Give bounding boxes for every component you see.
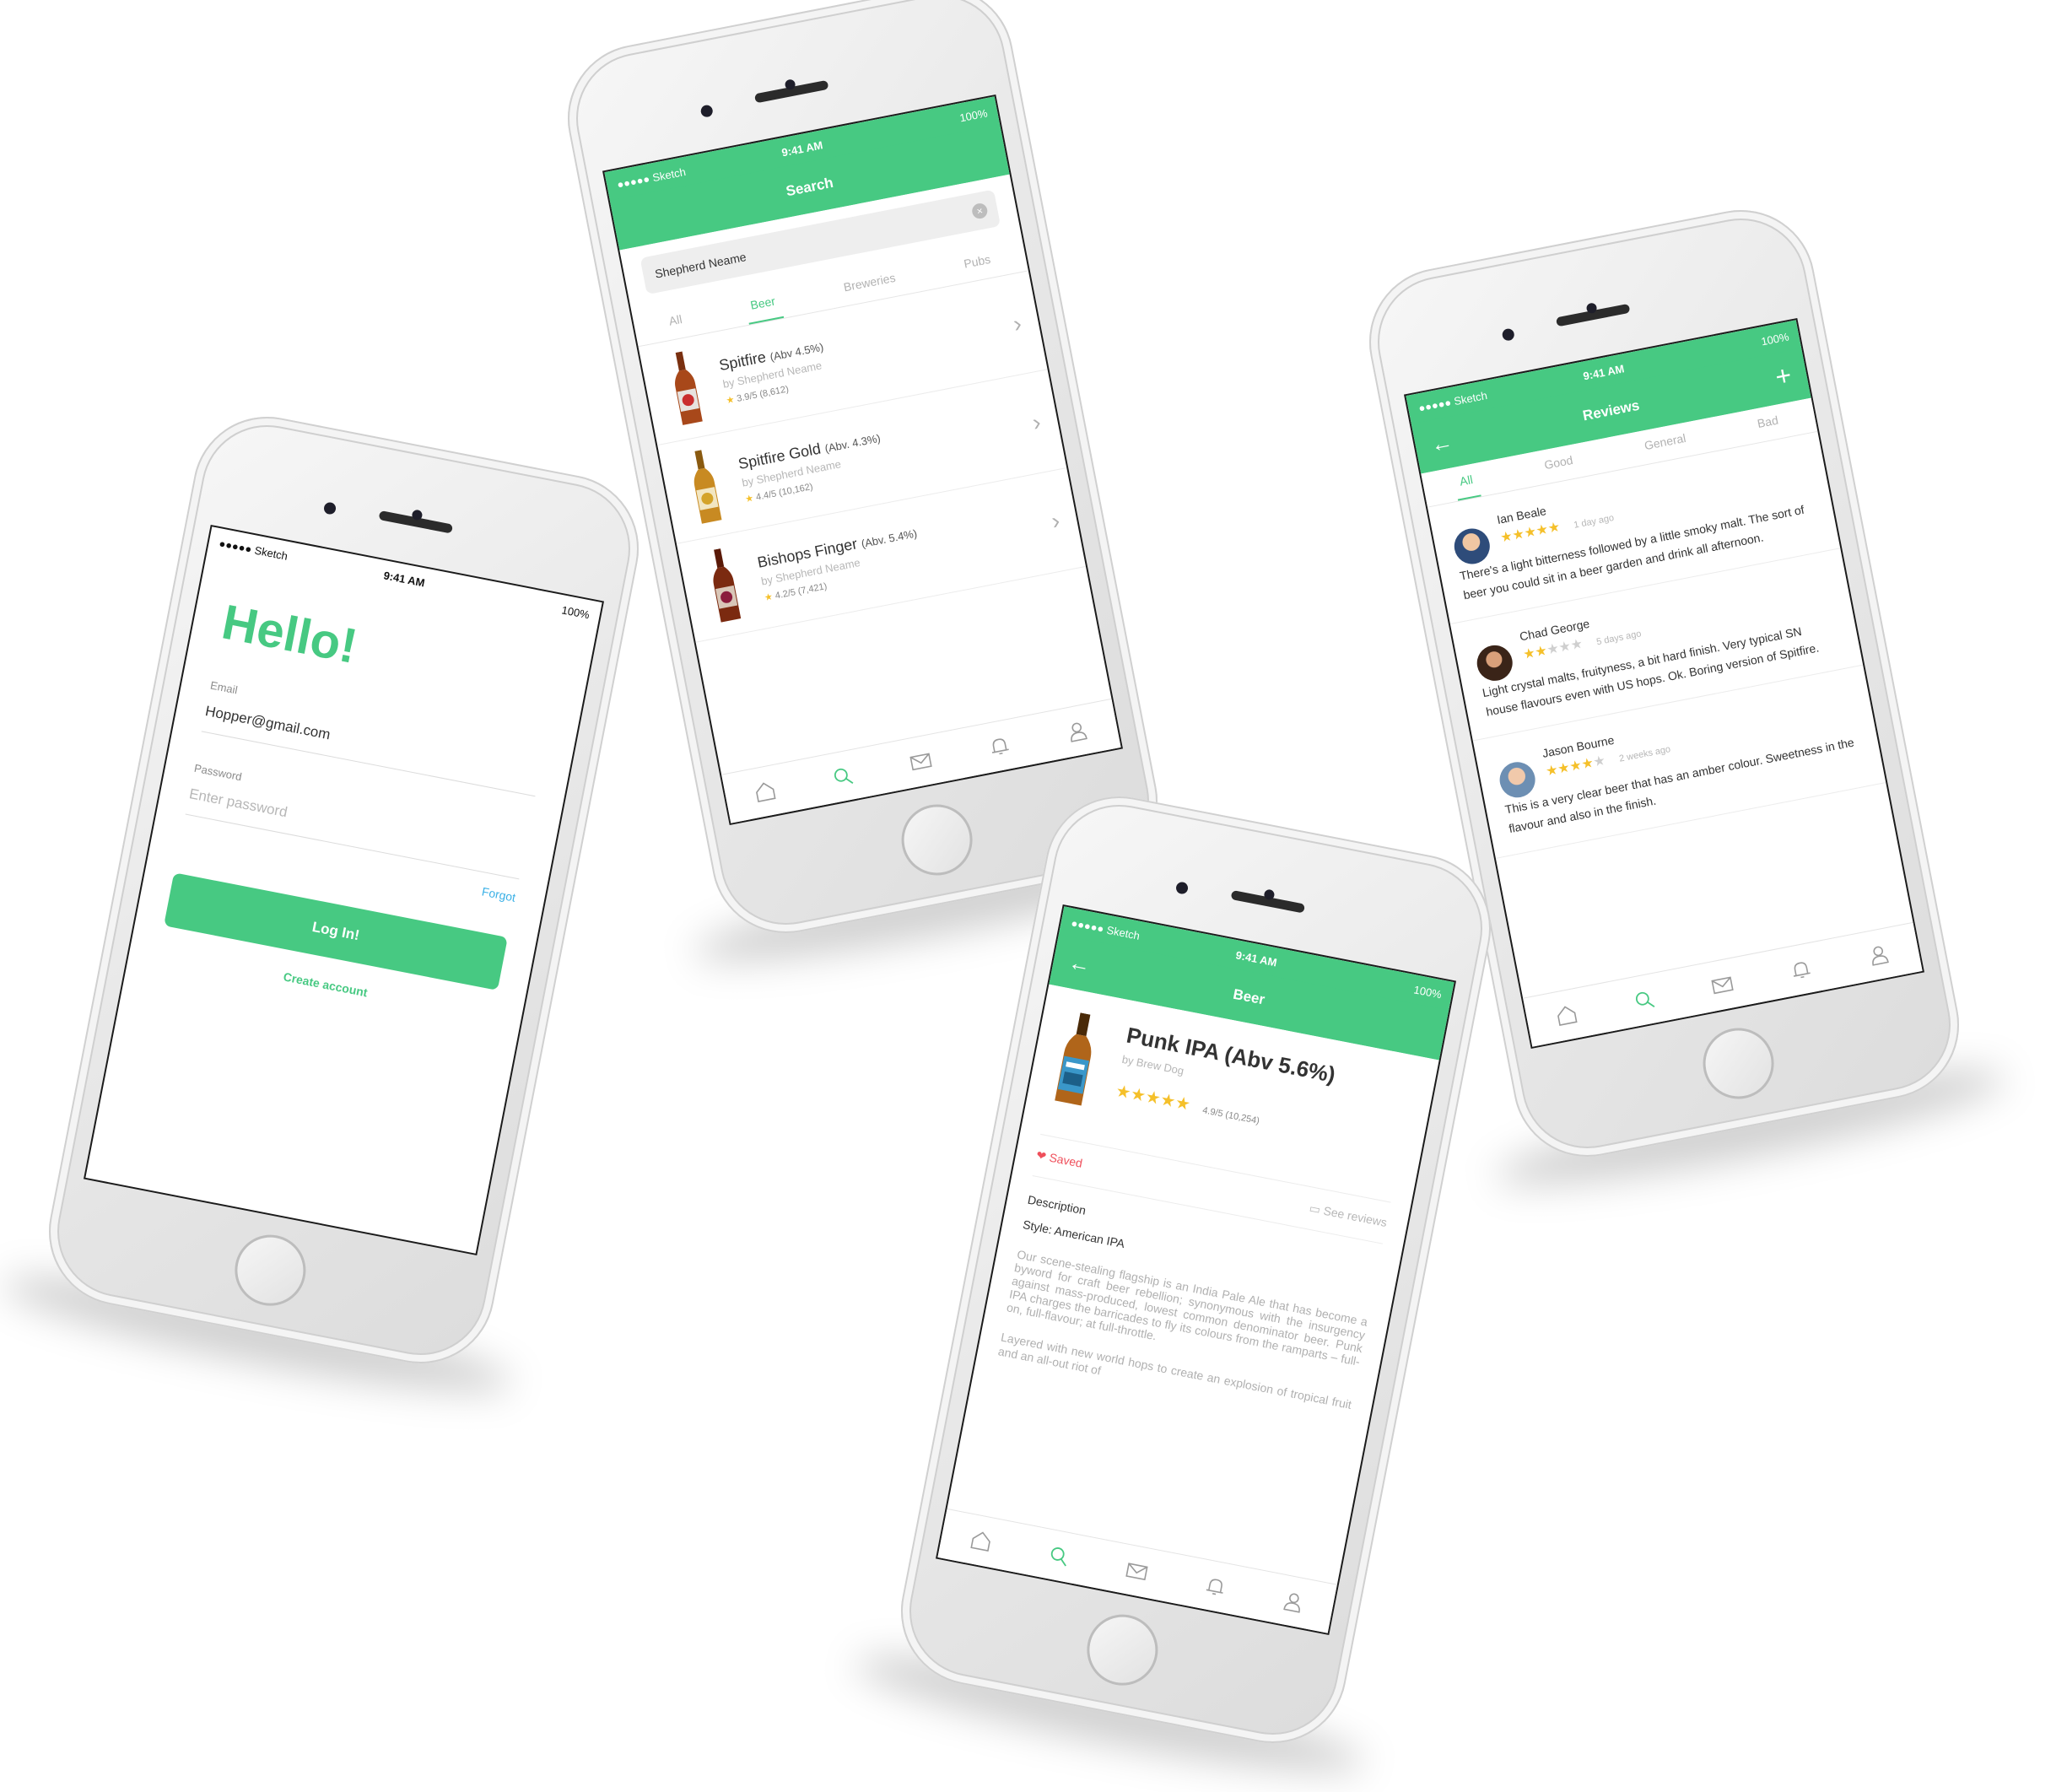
star-icon: ★: [1546, 520, 1562, 537]
mail-icon[interactable]: [1710, 972, 1735, 997]
tab-all[interactable]: All: [661, 303, 691, 341]
tab-beer[interactable]: Beer: [742, 284, 784, 325]
beer-detail-info: Punk IPA (Abv 5.6%) by Brew Dog ★★★★★ 4.…: [1112, 1023, 1338, 1154]
tab-all[interactable]: All: [1451, 463, 1481, 501]
mail-icon[interactable]: [909, 748, 934, 774]
clear-icon[interactable]: ×: [970, 202, 989, 220]
device-login: ●●●●● Sketch 9:41 AM 100% Hello! Email H…: [0, 403, 652, 1413]
login-screen: ●●●●● Sketch 9:41 AM 100% Hello! Email H…: [83, 524, 605, 1256]
tab-bad[interactable]: Bad: [1750, 404, 1787, 443]
rating-text: 4.2/5 (7,421): [774, 580, 828, 602]
search-icon[interactable]: [1046, 1543, 1071, 1568]
add-icon[interactable]: +: [1773, 359, 1794, 393]
review-time: 2 weeks ago: [1618, 744, 1672, 765]
star-icon: ★: [1174, 1093, 1192, 1115]
beer-detail-screen: ●●●●● Sketch 9:41 AM 100% ← Beer Punk IP…: [935, 904, 1457, 1636]
star-icon: ★: [1592, 753, 1607, 770]
beer-bottle-image: [693, 450, 722, 524]
beer-bottle-image: [675, 351, 703, 425]
back-arrow-icon[interactable]: ←: [1066, 949, 1093, 979]
screen-title: Reviews: [1581, 397, 1641, 424]
star-icon: ★: [1569, 636, 1584, 654]
device-beer-detail: ●●●●● Sketch 9:41 AM 100% ← Beer Punk IP…: [849, 783, 1504, 1792]
saved-label: Saved: [1048, 1150, 1084, 1170]
screen-title: Search: [784, 174, 835, 200]
heart-icon: ❤: [1035, 1147, 1048, 1163]
star-icon: ★: [763, 591, 774, 603]
star-icon: ★: [744, 493, 755, 505]
user-icon[interactable]: [1065, 718, 1090, 743]
comment-icon: ▭: [1308, 1201, 1322, 1217]
rating-text: 3.9/5 (8,612): [736, 383, 790, 404]
review-time: 5 days ago: [1595, 629, 1643, 648]
search-icon[interactable]: [1632, 987, 1657, 1012]
back-arrow-icon[interactable]: ←: [1428, 429, 1454, 458]
review-time: 1 day ago: [1573, 512, 1616, 531]
tab-pubs[interactable]: Pubs: [956, 243, 999, 283]
home-icon[interactable]: [969, 1528, 994, 1553]
star-icon: ★: [725, 394, 736, 406]
beer-bottle-image: [1055, 1012, 1092, 1106]
search-screen: ●●●●● Sketch 9:41 AM 100% Search Shepher…: [602, 94, 1124, 826]
bell-icon[interactable]: [1788, 957, 1813, 982]
user-icon[interactable]: [1281, 1589, 1306, 1614]
screen-title: Beer: [1232, 985, 1266, 1008]
beer-bottle-image: [713, 548, 742, 623]
bell-icon[interactable]: [1202, 1573, 1228, 1599]
save-button[interactable]: ❤ Saved: [1035, 1147, 1084, 1171]
see-reviews-button[interactable]: ▭ See reviews: [1308, 1201, 1389, 1230]
search-query: Shepherd Neame: [653, 250, 747, 281]
rating-text: 4.9/5 (10,254): [1201, 1105, 1260, 1127]
home-icon[interactable]: [753, 779, 778, 804]
search-icon[interactable]: [830, 764, 855, 789]
see-reviews-label: See reviews: [1322, 1203, 1389, 1230]
user-icon[interactable]: [1866, 942, 1892, 967]
mail-icon[interactable]: [1125, 1558, 1150, 1584]
bell-icon[interactable]: [986, 733, 1012, 758]
home-icon[interactable]: [1554, 1002, 1579, 1028]
